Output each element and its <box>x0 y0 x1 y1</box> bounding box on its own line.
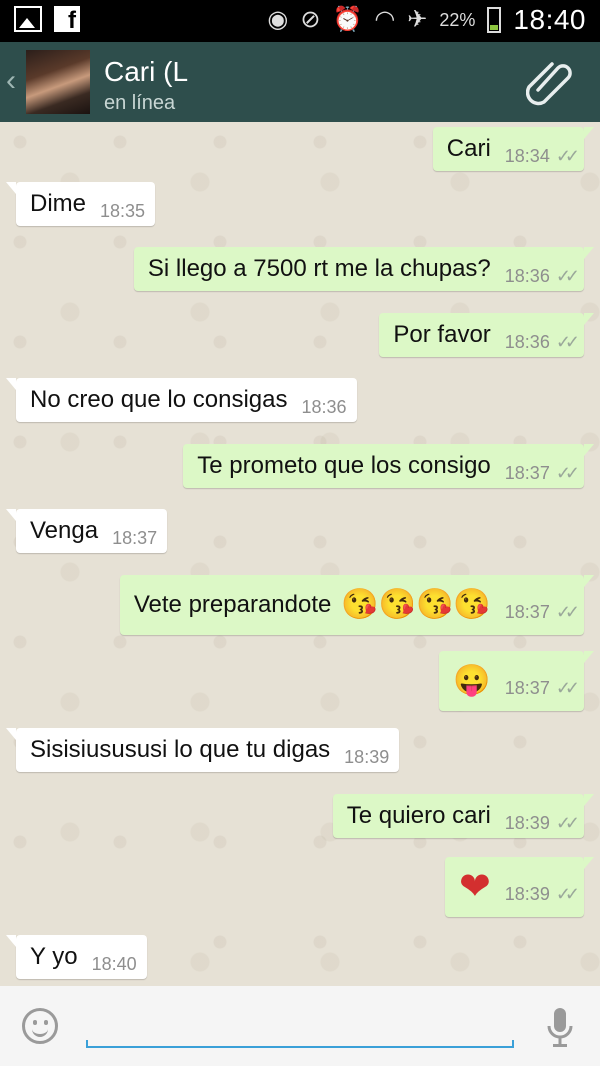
smiley-icon[interactable] <box>22 1008 58 1044</box>
outgoing-message[interactable]: Vete preparandote 😘😘😘😘 18:37 ✓✓ <box>119 575 595 635</box>
outgoing-message[interactable]: Cari 18:34 ✓✓ <box>432 127 595 171</box>
microphone-icon[interactable] <box>546 1006 574 1050</box>
status-bar: f ◉ ⊘ ⏰ ◠ ✈ 22% 18:40 <box>0 0 600 42</box>
message-timestamp: 18:37 <box>112 527 158 548</box>
message-timestamp: 18:39 <box>504 812 550 833</box>
message-text: Sisisiusususi lo que tu digas <box>30 736 331 763</box>
double-check-icon: ✓✓ <box>555 601 580 622</box>
contact-avatar[interactable] <box>26 50 90 114</box>
airplane-mode-icon: ✈ <box>407 6 428 33</box>
battery-percent: 22% <box>439 9 476 30</box>
message-emoji: ❤ <box>458 866 491 908</box>
double-check-icon: ✓✓ <box>555 677 580 698</box>
outgoing-message[interactable]: Te quiero cari 18:39 ✓✓ <box>332 794 595 838</box>
message-text: Te quiero cari <box>346 802 491 829</box>
battery-icon <box>487 7 502 33</box>
notification-icons: f <box>14 6 80 34</box>
message-text: Por favor <box>393 321 491 348</box>
message-emoji: 😘😘😘😘 <box>341 588 491 621</box>
outgoing-message[interactable]: 😛 18:37 ✓✓ <box>439 651 594 711</box>
message-timestamp: 18:36 <box>504 265 550 286</box>
incoming-message[interactable]: Y yo 18:40 <box>6 935 147 979</box>
double-check-icon: ✓✓ <box>555 883 580 904</box>
message-timestamp: 18:34 <box>504 145 550 166</box>
outgoing-message[interactable]: Por favor 18:36 ✓✓ <box>379 313 594 357</box>
outgoing-message[interactable]: ❤ 18:39 ✓✓ <box>444 857 595 917</box>
contact-status: en línea <box>104 92 176 114</box>
double-check-icon: ✓✓ <box>555 265 580 286</box>
message-timestamp: 18:36 <box>301 396 347 417</box>
system-icons: ◉ ⊘ ⏰ ◠ ✈ 22% 18:40 <box>267 4 586 36</box>
double-check-icon: ✓✓ <box>555 462 580 483</box>
message-text: Vete preparandote <box>133 591 332 618</box>
contact-name[interactable]: Cari (L <box>104 56 188 88</box>
message-timestamp: 18:40 <box>91 953 137 974</box>
message-text: No creo que lo consigas <box>30 386 288 413</box>
paperclip-icon[interactable] <box>526 58 576 108</box>
outgoing-message[interactable]: Si llego a 7500 rt me la chupas? 18:36 ✓✓ <box>133 247 595 291</box>
alarm-icon: ⏰ <box>332 6 363 33</box>
double-check-icon: ✓✓ <box>555 331 580 352</box>
incoming-message[interactable]: Dime 18:35 <box>5 182 156 226</box>
muted-icon: ⊘ <box>300 6 321 33</box>
message-text: Si llego a 7500 rt me la chupas? <box>147 255 491 282</box>
incoming-message[interactable]: No creo que lo consigas 18:36 <box>6 378 357 422</box>
facebook-notification-icon: f <box>54 6 80 34</box>
chevron-left-icon[interactable]: ‹ <box>6 64 16 98</box>
message-timestamp: 18:39 <box>504 883 550 904</box>
eye-icon: ◉ <box>267 6 289 33</box>
chat-header: ‹ Cari (L en línea <box>0 42 600 122</box>
compose-bar <box>0 986 600 1066</box>
incoming-message[interactable]: Sisisiusususi lo que tu digas 18:39 <box>5 728 400 772</box>
message-text: Te prometo que los consigo <box>197 452 491 479</box>
message-text: Dime <box>30 190 87 217</box>
message-timestamp: 18:37 <box>504 462 550 483</box>
message-timestamp: 18:39 <box>344 746 390 767</box>
double-check-icon: ✓✓ <box>555 145 580 166</box>
outgoing-message[interactable]: Te prometo que los consigo 18:37 ✓✓ <box>183 444 594 488</box>
status-clock: 18:40 <box>513 4 586 35</box>
message-text: Venga <box>30 517 99 544</box>
message-input[interactable] <box>86 1006 514 1048</box>
incoming-message[interactable]: Venga 18:37 <box>5 509 168 553</box>
double-check-icon: ✓✓ <box>555 812 580 833</box>
message-list[interactable]: Cari 18:34 ✓✓ Dime 18:35 Si llego a 7500 rt m… <box>0 122 600 986</box>
message-text: Cari <box>446 135 491 162</box>
message-timestamp: 18:36 <box>504 331 550 352</box>
message-timestamp: 18:37 <box>504 601 550 622</box>
message-emoji: 😛 <box>453 664 491 697</box>
message-text: Y yo <box>30 943 78 970</box>
message-timestamp: 18:35 <box>100 200 146 221</box>
wifi-icon: ◠ <box>374 6 396 33</box>
image-notification-icon <box>14 6 42 32</box>
message-timestamp: 18:37 <box>504 677 550 698</box>
